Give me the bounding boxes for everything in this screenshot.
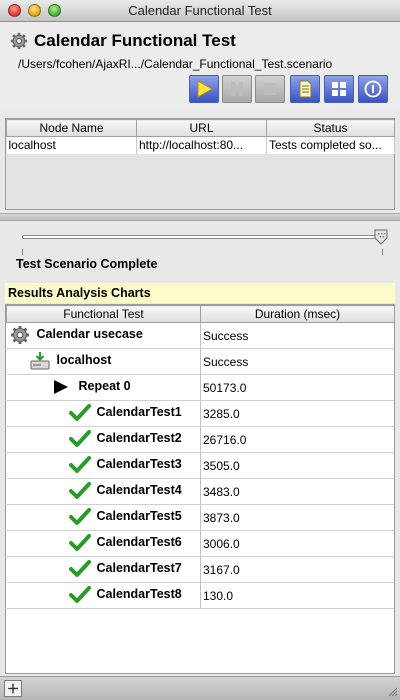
duration-cell: 50173.0 bbox=[200, 374, 394, 401]
duration-cell: 26716.0 bbox=[200, 426, 394, 453]
node-name-cell: localhost bbox=[6, 136, 137, 154]
duration-cell: 3167.0 bbox=[200, 556, 394, 583]
duration-cell: 3483.0 bbox=[200, 478, 394, 505]
plus-icon bbox=[8, 683, 18, 694]
duration-cell: 130.0 bbox=[200, 582, 394, 609]
duration-cell: 3505.0 bbox=[200, 452, 394, 479]
scenario-file-path: /Users/fcohen/AjaxRI.../Calendar_Functio… bbox=[18, 57, 333, 71]
node-status-cell: Tests completed so... bbox=[266, 136, 395, 154]
duration-cell: 3285.0 bbox=[200, 400, 394, 427]
test-name-label: Calendar usecase bbox=[36, 327, 143, 341]
scenario-header: Calendar Functional Test /Users/fcohen/A… bbox=[0, 22, 400, 110]
info-icon bbox=[364, 80, 382, 98]
test-name-label: localhost bbox=[56, 353, 112, 367]
bottom-toolbar bbox=[0, 676, 400, 700]
window-titlebar: Calendar Functional Test bbox=[0, 0, 400, 22]
column-header-url[interactable]: URL bbox=[136, 119, 267, 137]
result-row[interactable]: CalendarTest2 26716.0 bbox=[6, 426, 394, 453]
results-table: Functional Test Duration (msec) Calendar… bbox=[5, 304, 395, 674]
result-row[interactable]: Repeat 0 50173.0 bbox=[6, 374, 394, 401]
functional-test-cell: CalendarTest5 bbox=[6, 504, 201, 531]
checkmark-icon bbox=[68, 455, 91, 475]
add-button[interactable] bbox=[4, 680, 22, 697]
column-header-node-name[interactable]: Node Name bbox=[6, 119, 137, 137]
grid-icon bbox=[332, 82, 346, 96]
functional-test-cell: CalendarTest2 bbox=[6, 426, 201, 453]
column-header-status[interactable]: Status bbox=[266, 119, 395, 137]
result-row[interactable]: CalendarTest3 3505.0 bbox=[6, 452, 394, 479]
node-url-cell: http://localhost:80... bbox=[136, 136, 267, 154]
results-section-title: Results Analysis Charts bbox=[5, 283, 395, 303]
test-name-label: CalendarTest3 bbox=[96, 457, 182, 471]
functional-test-cell: CalendarTest8 bbox=[6, 582, 201, 609]
progress-slider[interactable] bbox=[22, 235, 386, 239]
functional-test-cell: localhost bbox=[6, 348, 201, 375]
checkmark-icon bbox=[68, 559, 91, 579]
result-row[interactable]: CalendarTest5 3873.0 bbox=[6, 504, 394, 531]
table-row[interactable]: localhost http://localhost:80... Tests c… bbox=[6, 136, 395, 154]
duration-cell: Success bbox=[200, 322, 394, 349]
info-button[interactable] bbox=[358, 75, 388, 103]
progress-slider-thumb[interactable] bbox=[374, 229, 388, 245]
result-row[interactable]: CalendarTest1 3285.0 bbox=[6, 400, 394, 427]
column-header-duration[interactable]: Duration (msec) bbox=[200, 305, 394, 323]
pause-icon bbox=[231, 82, 243, 96]
page-title: Calendar Functional Test bbox=[34, 31, 236, 50]
window-title: Calendar Functional Test bbox=[128, 3, 272, 18]
play-icon bbox=[197, 80, 214, 98]
resize-grip-icon[interactable] bbox=[386, 685, 398, 697]
test-name-label: CalendarTest7 bbox=[96, 561, 182, 575]
test-name-label: CalendarTest2 bbox=[96, 431, 182, 445]
functional-test-cell: Calendar usecase bbox=[6, 322, 201, 349]
pause-button[interactable] bbox=[222, 75, 252, 103]
scenario-status-text: Test Scenario Complete bbox=[16, 257, 158, 271]
checkmark-icon bbox=[68, 533, 91, 553]
document-icon bbox=[299, 80, 312, 98]
functional-test-cell: CalendarTest7 bbox=[6, 556, 201, 583]
duration-cell: Success bbox=[200, 348, 394, 375]
node-table: Node Name URL Status localhost http://lo… bbox=[5, 118, 395, 210]
triangle-icon bbox=[51, 377, 73, 397]
result-row[interactable]: CalendarTest6 3006.0 bbox=[6, 530, 394, 557]
test-name-label: CalendarTest6 bbox=[96, 535, 182, 549]
checkmark-icon bbox=[68, 429, 91, 449]
result-row[interactable]: CalendarTest4 3483.0 bbox=[6, 478, 394, 505]
gear-icon bbox=[9, 325, 31, 345]
duration-cell: 3873.0 bbox=[200, 504, 394, 531]
test-name-label: Repeat 0 bbox=[78, 379, 131, 393]
functional-test-cell: CalendarTest3 bbox=[6, 452, 201, 479]
split-pane-divider[interactable] bbox=[0, 213, 400, 221]
play-button[interactable] bbox=[189, 75, 219, 103]
checkmark-icon bbox=[68, 403, 91, 423]
result-row[interactable]: Calendar usecase Success bbox=[6, 322, 394, 349]
computer-icon bbox=[29, 351, 51, 371]
functional-test-cell: CalendarTest6 bbox=[6, 530, 201, 557]
result-row[interactable]: CalendarTest7 3167.0 bbox=[6, 556, 394, 583]
stop-button[interactable] bbox=[255, 75, 285, 103]
column-header-functional-test[interactable]: Functional Test bbox=[6, 305, 201, 323]
slider-tick-end bbox=[382, 249, 383, 255]
grid-view-button[interactable] bbox=[324, 75, 354, 103]
test-name-label: CalendarTest1 bbox=[96, 405, 182, 419]
result-row[interactable]: CalendarTest8 130.0 bbox=[6, 582, 394, 609]
checkmark-icon bbox=[68, 585, 91, 605]
functional-test-cell: CalendarTest4 bbox=[6, 478, 201, 505]
slider-tick-start bbox=[22, 249, 23, 255]
document-button[interactable] bbox=[290, 75, 320, 103]
result-row[interactable]: localhost Success bbox=[6, 348, 394, 375]
gear-icon bbox=[10, 32, 28, 50]
test-name-label: CalendarTest4 bbox=[96, 483, 182, 497]
duration-cell: 3006.0 bbox=[200, 530, 394, 557]
checkmark-icon bbox=[68, 507, 91, 527]
functional-test-cell: Repeat 0 bbox=[6, 374, 201, 401]
checkmark-icon bbox=[68, 481, 91, 501]
functional-test-cell: CalendarTest1 bbox=[6, 400, 201, 427]
test-name-label: CalendarTest8 bbox=[96, 587, 182, 601]
test-name-label: CalendarTest5 bbox=[96, 509, 182, 523]
stop-icon bbox=[264, 83, 276, 95]
